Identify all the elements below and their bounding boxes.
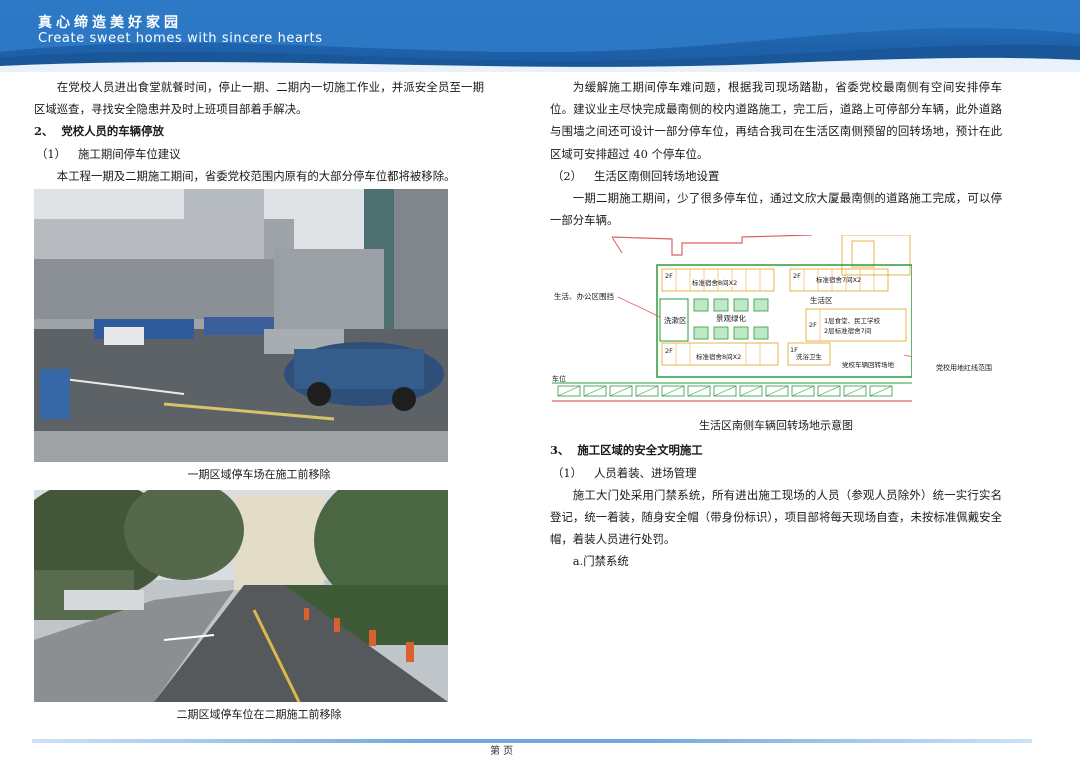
site-plan-diagram: 生活、办公区围挡 洗漱区 景观绿化 生活区 2F 标准宿舍8间X2 2F 标准宿… xyxy=(552,234,992,408)
plan-label-wash: 洗漱区 xyxy=(664,315,687,325)
plan-label-dorm-b: 标准宿舍7间X2 xyxy=(816,275,861,284)
plan-label-canteen-1: 1层食堂、民工学校 xyxy=(824,316,881,325)
plan-label-dorm-a: 标准宿舍8间X2 xyxy=(692,278,737,287)
right-paragraph-1: 为缓解施工期间停车难问题，根据我司现场踏勘，省委党校最南侧有空间安排停车位。建议… xyxy=(550,80,1002,161)
photo-phase2-road-image xyxy=(34,490,448,703)
plan-label-dorm-c: 标准宿舍8间X2 xyxy=(696,352,741,361)
plan-label-landscape: 景观绿化 xyxy=(716,313,746,323)
subheading-2-number: （2） xyxy=(552,168,583,183)
page-number: 第 页 xyxy=(490,746,514,757)
right-paragraph-3: 施工大门处采用门禁系统，所有进出施工现场的人员（参观人员除外）统一实行实名登记，… xyxy=(550,487,1002,547)
plan-label-redline: 党校用地红线范围 xyxy=(936,364,992,373)
subheading-3-number: （1） xyxy=(552,465,583,480)
subheading-3-text: 人员着装、进场管理 xyxy=(594,465,697,480)
subheading-1-text: 施工期间停车位建议 xyxy=(78,146,181,161)
section-heading-3-number: 3、 xyxy=(550,443,570,458)
subheading-1: （1） 施工期间停车位建议 xyxy=(34,143,484,165)
left-paragraph-2: 本工程一期及二期施工期间，省委党校范围内原有的大部分停车位都将被移除。 xyxy=(56,168,456,183)
list-item-a: a.门禁系统 xyxy=(572,554,629,569)
left-column: 在党校人员进出食堂就餐时间，停止一期、二期内一切施工作业，并派安全员至一期区域巡… xyxy=(34,76,484,726)
plan-label-parking: 车位 xyxy=(552,374,566,383)
photo-phase1-parking xyxy=(34,189,448,463)
plan-label-2f-d: 2F xyxy=(809,321,817,329)
plan-label-living: 生活区 xyxy=(810,295,833,305)
photo-phase2-caption: 二期区域停车位在二期施工前移除 xyxy=(176,708,342,722)
section-heading-2: 2、 党校人员的车辆停放 xyxy=(34,120,484,142)
plan-label-living-office: 生活、办公区围挡 xyxy=(554,291,614,301)
plan-label-toilet: 洗浴卫生 xyxy=(796,352,823,361)
photo-phase2-road xyxy=(34,490,448,703)
right-column: 为缓解施工期间停车难问题，根据我司现场踏勘，省委党校最南侧有空间安排停车位。建议… xyxy=(550,76,1002,573)
photo-phase1-parking-image xyxy=(34,189,448,463)
footer-divider xyxy=(32,739,1032,743)
section-heading-3-text: 施工区域的安全文明施工 xyxy=(577,443,703,458)
site-plan-caption: 生活区南侧车辆回转场地示意图 xyxy=(699,419,853,433)
section-heading-2-number: 2、 xyxy=(34,124,54,139)
site-plan-svg: 生活、办公区围挡 洗漱区 景观绿化 生活区 2F 标准宿舍8间X2 2F 标准宿… xyxy=(552,234,933,408)
plan-label-2f-b: 2F xyxy=(793,272,801,280)
subheading-1-number: （1） xyxy=(36,146,67,161)
subheading-2: （2） 生活区南侧回转场地设置 xyxy=(550,165,1002,187)
section-heading-3: 3、 施工区域的安全文明施工 xyxy=(550,439,1002,461)
plan-label-canteen-2: 2层标准宿舍7间 xyxy=(824,326,871,335)
right-paragraph-2: 一期二期施工期间，少了很多停车位，通过文欣大厦最南侧的道路施工完成，可以停一部分… xyxy=(550,191,1002,228)
section-heading-2-text: 党校人员的车辆停放 xyxy=(61,124,164,139)
subheading-2-text: 生活区南侧回转场地设置 xyxy=(594,168,720,183)
left-paragraph-1: 在党校人员进出食堂就餐时间，停止一期、二期内一切施工作业，并派安全员至一期区域巡… xyxy=(34,80,484,117)
plan-label-2f-a: 2F xyxy=(665,272,673,280)
photo-phase1-caption: 一期区域停车场在施工前移除 xyxy=(187,468,331,482)
banner-slogan-cn: 真心缔造美好家园 xyxy=(38,15,182,31)
plan-label-turn: 党校车辆回转场地 xyxy=(842,360,895,369)
plan-label-2f-c: 2F xyxy=(665,347,673,355)
banner-slogan-en: Create sweet homes with sincere hearts xyxy=(38,31,323,46)
subheading-3: （1） 人员着装、进场管理 xyxy=(550,462,1002,484)
header-banner: 真心缔造美好家园 Create sweet homes with sincere… xyxy=(0,0,1080,72)
